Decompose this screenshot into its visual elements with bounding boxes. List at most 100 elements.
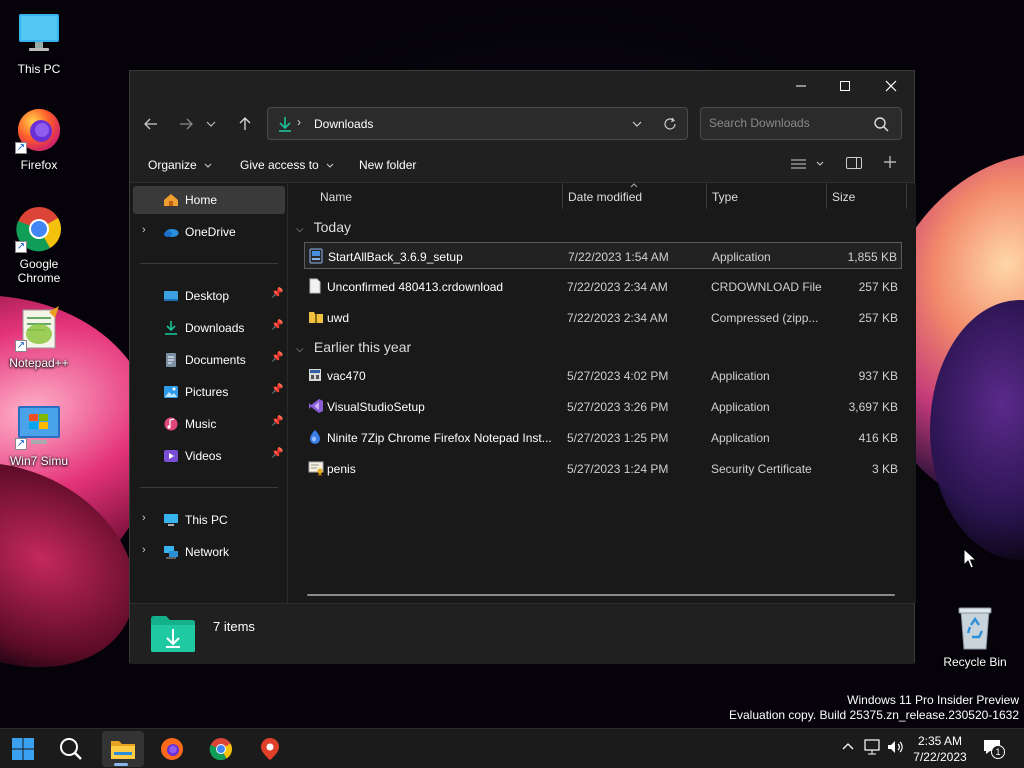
file-row[interactable]: vac470 5/27/2023 4:02 PM Application 937… <box>304 362 902 389</box>
pin-icon[interactable]: 📌 <box>271 288 283 299</box>
sidebar-item-label: Network <box>185 545 230 559</box>
chevron-down-icon <box>204 163 212 168</box>
sidebar-item-network[interactable]: › Network <box>133 538 285 566</box>
app-icon <box>309 369 321 381</box>
file-type: Compressed (zipp... <box>711 311 819 325</box>
file-icon <box>309 278 321 294</box>
chevron-right-icon[interactable]: › <box>142 224 146 236</box>
add-button[interactable] <box>883 155 897 172</box>
pin-icon[interactable]: 📌 <box>271 384 283 395</box>
evaluation-watermark: Windows 11 Pro Insider Preview Evaluatio… <box>729 693 1019 723</box>
chevron-right-icon[interactable]: › <box>142 512 146 524</box>
search-taskbar-button[interactable] <box>52 731 90 767</box>
taskbar-firefox[interactable] <box>153 731 191 767</box>
desktop-icon-win7-simu[interactable]: ↗ Win7 Simu <box>1 402 77 468</box>
chevron-right-icon[interactable]: › <box>142 544 146 556</box>
home-icon <box>164 194 178 206</box>
file-size: 257 KB <box>858 311 898 325</box>
address-bar[interactable]: › Downloads <box>267 107 688 140</box>
sidebar-item-videos[interactable]: Videos 📌 <box>133 442 285 470</box>
taskbar-chrome[interactable] <box>202 731 240 767</box>
search-box[interactable] <box>700 107 902 140</box>
file-date: 7/22/2023 2:34 AM <box>567 311 668 325</box>
file-name: penis <box>327 462 356 476</box>
column-separator[interactable] <box>562 183 563 209</box>
plus-icon <box>884 156 896 168</box>
notification-center-button[interactable]: 1 <box>983 739 1005 759</box>
up-arrow-icon <box>239 117 251 130</box>
file-row[interactable]: Ninite 7Zip Chrome Firefox Notepad Inst.… <box>304 424 902 451</box>
file-row[interactable]: Unconfirmed 480413.crdownload 7/22/2023 … <box>304 273 902 300</box>
back-button[interactable] <box>137 110 165 138</box>
recent-locations-button[interactable] <box>202 110 220 138</box>
list-view-icon <box>791 159 824 169</box>
start-button[interactable] <box>4 731 42 767</box>
sidebar-divider <box>140 487 278 488</box>
taskbar-file-explorer[interactable] <box>102 731 144 767</box>
close-button[interactable] <box>868 71 914 101</box>
notification-count-badge: 1 <box>991 745 1005 759</box>
network-tray-button[interactable] <box>864 739 882 758</box>
sidebar-item-downloads[interactable]: Downloads 📌 <box>133 314 285 342</box>
pin-icon[interactable]: 📌 <box>271 416 283 427</box>
file-date: 7/22/2023 2:34 AM <box>567 280 668 294</box>
sidebar-item-desktop[interactable]: Desktop 📌 <box>133 282 285 310</box>
group-label: Today <box>313 219 351 235</box>
column-header-type[interactable]: Type <box>712 183 738 209</box>
sidebar-item-pictures[interactable]: Pictures 📌 <box>133 378 285 406</box>
column-separator[interactable] <box>706 183 707 209</box>
desktop-icon-this-pc[interactable]: This PC <box>1 10 77 76</box>
maximize-button[interactable] <box>822 71 868 101</box>
file-name: uwd <box>327 311 350 325</box>
desktop-icon-firefox[interactable]: ↗ Firefox <box>1 106 77 172</box>
pin-icon[interactable]: 📌 <box>271 352 283 363</box>
volume-tray-button[interactable] <box>887 739 905 758</box>
file-row[interactable]: VisualStudioSetup 5/27/2023 3:26 PM Appl… <box>304 393 902 420</box>
view-options-button[interactable] <box>790 157 824 174</box>
downloads-folder-icon <box>151 616 195 652</box>
up-button[interactable] <box>231 110 259 138</box>
breadcrumb-downloads[interactable]: Downloads <box>314 117 373 131</box>
column-separator[interactable] <box>826 183 827 209</box>
sidebar-item-onedrive[interactable]: › OneDrive <box>133 218 285 246</box>
group-header-earlier-this-year[interactable]: ⌵ Earlier this year <box>296 339 411 355</box>
column-header-size[interactable]: Size <box>832 183 855 209</box>
file-row[interactable]: penis 5/27/2023 1:24 PM Security Certifi… <box>304 455 902 482</box>
sidebar-item-home[interactable]: Home <box>133 186 285 214</box>
sidebar-item-documents[interactable]: Documents 📌 <box>133 346 285 374</box>
file-row[interactable]: StartAllBack_3.6.9_setup 7/22/2023 1:54 … <box>304 242 902 269</box>
taskbar-clock[interactable]: 2:35 AM 7/22/2023 <box>905 733 975 765</box>
give-access-menu[interactable]: Give access to <box>240 158 334 172</box>
desktop-icon-recycle-bin[interactable]: Recycle Bin <box>937 603 1013 669</box>
forward-button[interactable] <box>172 110 200 138</box>
taskbar-app-red[interactable] <box>251 731 289 767</box>
desktop-icon-chrome[interactable]: ↗ Google Chrome <box>1 205 77 285</box>
shortcut-arrow-icon: ↗ <box>15 340 27 352</box>
group-header-today[interactable]: ⌵ Today <box>296 219 351 235</box>
shortcut-arrow-icon: ↗ <box>15 438 27 450</box>
pin-icon[interactable]: 📌 <box>271 320 283 331</box>
file-explorer-icon <box>111 741 135 759</box>
desktop-icon-notepadpp[interactable]: ↗ Notepad++ <box>1 304 77 370</box>
search-input[interactable] <box>709 116 859 130</box>
title-bar[interactable] <box>130 71 914 101</box>
navigation-pane: Home › OneDrive Desktop 📌 Downloads 📌 Do… <box>130 183 288 603</box>
file-row[interactable]: uwd 7/22/2023 2:34 AM Compressed (zipp..… <box>304 304 902 331</box>
refresh-icon[interactable] <box>663 117 677 131</box>
pin-icon[interactable]: 📌 <box>271 448 283 459</box>
organize-menu[interactable]: Organize <box>148 158 212 172</box>
new-folder-button[interactable]: New folder <box>359 158 416 172</box>
horizontal-scrollbar[interactable] <box>307 594 895 596</box>
column-header-name[interactable]: Name <box>320 183 352 209</box>
sidebar-item-this-pc[interactable]: › This PC <box>133 506 285 534</box>
this-pc-icon <box>15 10 63 58</box>
preview-pane-button[interactable] <box>846 156 862 173</box>
sidebar-item-music[interactable]: Music 📌 <box>133 410 285 438</box>
command-bar: Organize Give access to New folder <box>130 147 914 183</box>
minimize-button[interactable] <box>778 71 824 101</box>
column-separator[interactable] <box>906 183 907 209</box>
address-dropdown-icon[interactable] <box>632 120 642 128</box>
search-icon[interactable] <box>874 117 889 132</box>
show-hidden-icons-button[interactable] <box>842 739 854 754</box>
back-arrow-icon <box>144 118 157 130</box>
